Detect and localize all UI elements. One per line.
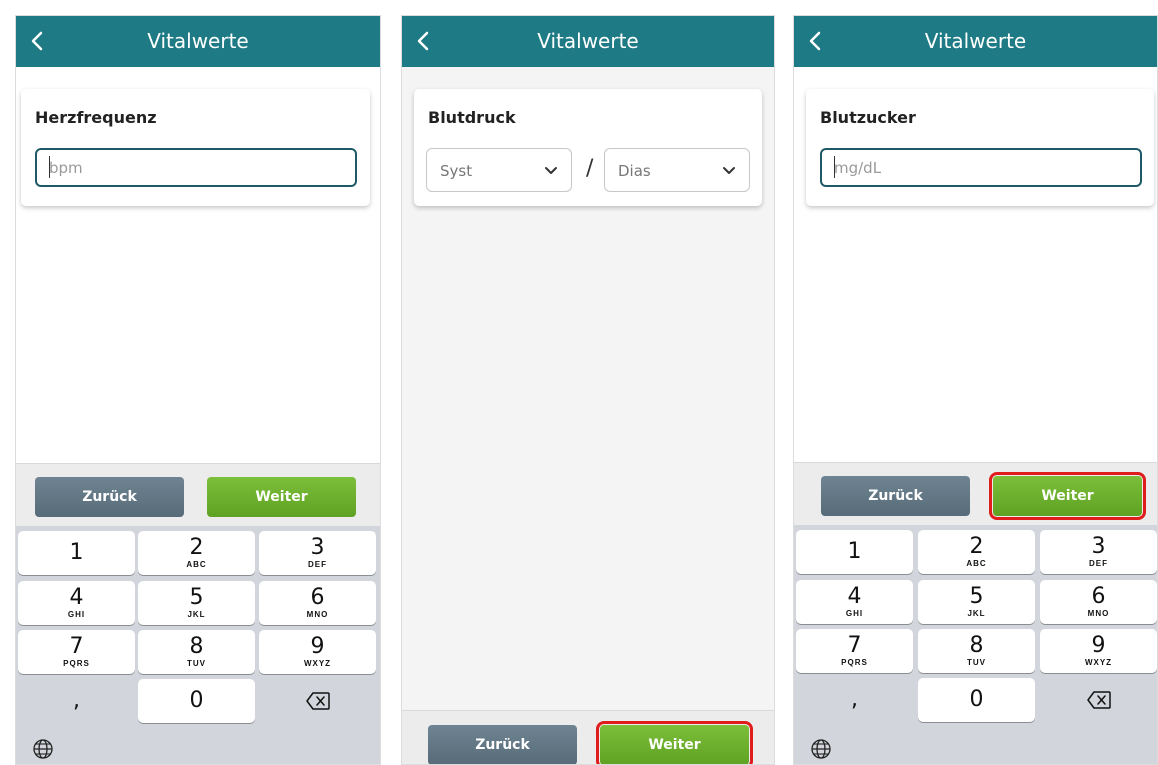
card-label: Blutzucker bbox=[820, 108, 916, 127]
key-9[interactable]: 9 WXYZ bbox=[1040, 629, 1157, 673]
key-4[interactable]: 4 GHI bbox=[18, 581, 135, 625]
backspace-icon[interactable] bbox=[1040, 678, 1157, 722]
next-button[interactable]: Weiter bbox=[596, 721, 753, 764]
key-0[interactable]: 0 bbox=[138, 679, 255, 723]
key-3[interactable]: 3 DEF bbox=[1040, 530, 1157, 574]
vital-card: Blutdruck Syst / Dias bbox=[414, 89, 762, 206]
chevron-down-icon bbox=[723, 167, 735, 174]
button-bar: Zurück Weiter bbox=[402, 710, 774, 764]
back-button[interactable]: Zurück bbox=[35, 477, 184, 517]
key-5[interactable]: 5 JKL bbox=[138, 581, 255, 625]
page-title: Vitalwerte bbox=[537, 29, 639, 53]
key-9[interactable]: 9 WXYZ bbox=[259, 630, 376, 674]
diastolic-value: Dias bbox=[618, 162, 651, 180]
vital-card: Herzfrequenz bbox=[21, 89, 370, 206]
screen-blutzucker: Vitalwerte Blutzucker Zurück Weiter 1 2A… bbox=[793, 15, 1158, 765]
numeric-keypad: 1 2 ABC 3 DEF 4 GHI 5 JKL 6 MNO 7 PQRS 8 TUV 9W… bbox=[16, 526, 380, 764]
key-2[interactable]: 2 ABC bbox=[138, 531, 255, 575]
key-8[interactable]: 8 TUV bbox=[918, 629, 1035, 673]
page-title: Vitalwerte bbox=[924, 29, 1027, 53]
globe-icon[interactable] bbox=[32, 738, 54, 760]
key-6[interactable]: 6 MNO bbox=[1040, 580, 1157, 624]
key-0[interactable]: 0 bbox=[918, 678, 1035, 722]
text-caret bbox=[834, 156, 835, 178]
backspace-icon[interactable] bbox=[259, 679, 376, 723]
key-1[interactable]: 1 bbox=[796, 530, 913, 574]
key-comma[interactable]: , bbox=[18, 679, 135, 723]
text-caret bbox=[49, 156, 50, 178]
key-2[interactable]: 2 ABC bbox=[918, 530, 1035, 574]
blood-sugar-input[interactable] bbox=[820, 148, 1142, 187]
key-4[interactable]: 4 GHI bbox=[796, 580, 913, 624]
header-bar: Vitalwerte bbox=[402, 16, 774, 67]
header-bar: Vitalwerte bbox=[794, 16, 1157, 67]
key-5[interactable]: 5 JKL bbox=[918, 580, 1035, 624]
card-label: Herzfrequenz bbox=[35, 108, 157, 127]
key-3[interactable]: 3 DEF bbox=[259, 531, 376, 575]
key-7[interactable]: 7 PQRS bbox=[18, 630, 135, 674]
button-bar: Zurück Weiter bbox=[794, 462, 1157, 525]
vital-card: Blutzucker bbox=[806, 89, 1154, 206]
next-button[interactable]: Weiter bbox=[207, 477, 356, 517]
key-8[interactable]: 8 TUV bbox=[138, 630, 255, 674]
next-button[interactable]: Weiter bbox=[989, 472, 1146, 520]
card-label: Blutdruck bbox=[428, 108, 516, 127]
back-button[interactable]: Zurück bbox=[821, 476, 970, 516]
chevron-down-icon bbox=[545, 167, 557, 174]
screen-blutdruck: Vitalwerte Blutdruck Syst / Dias Zurück … bbox=[401, 15, 775, 765]
globe-icon[interactable] bbox=[810, 738, 832, 760]
header-bar: Vitalwerte bbox=[16, 16, 380, 67]
back-button[interactable]: Zurück bbox=[428, 725, 577, 764]
systolic-select[interactable]: Syst bbox=[426, 148, 572, 192]
separator: / bbox=[586, 156, 594, 181]
page-title: Vitalwerte bbox=[147, 29, 249, 53]
numeric-keypad: 1 2 ABC 3 DEF 4 GHI 5 JKL 6 MNO 7 PQRS 8 TUV 9W… bbox=[794, 525, 1157, 764]
key-comma[interactable]: , bbox=[796, 678, 913, 722]
diastolic-select[interactable]: Dias bbox=[604, 148, 750, 192]
key-6[interactable]: 6 MNO bbox=[259, 581, 376, 625]
button-bar: Zurück Weiter bbox=[16, 463, 380, 526]
key-7[interactable]: 7 PQRS bbox=[796, 629, 913, 673]
heart-rate-input[interactable] bbox=[35, 148, 357, 187]
systolic-value: Syst bbox=[440, 162, 473, 180]
key-1[interactable]: 1 bbox=[18, 531, 135, 575]
screen-herzfrequenz: Vitalwerte Herzfrequenz Zurück Weiter 1 … bbox=[15, 15, 381, 765]
